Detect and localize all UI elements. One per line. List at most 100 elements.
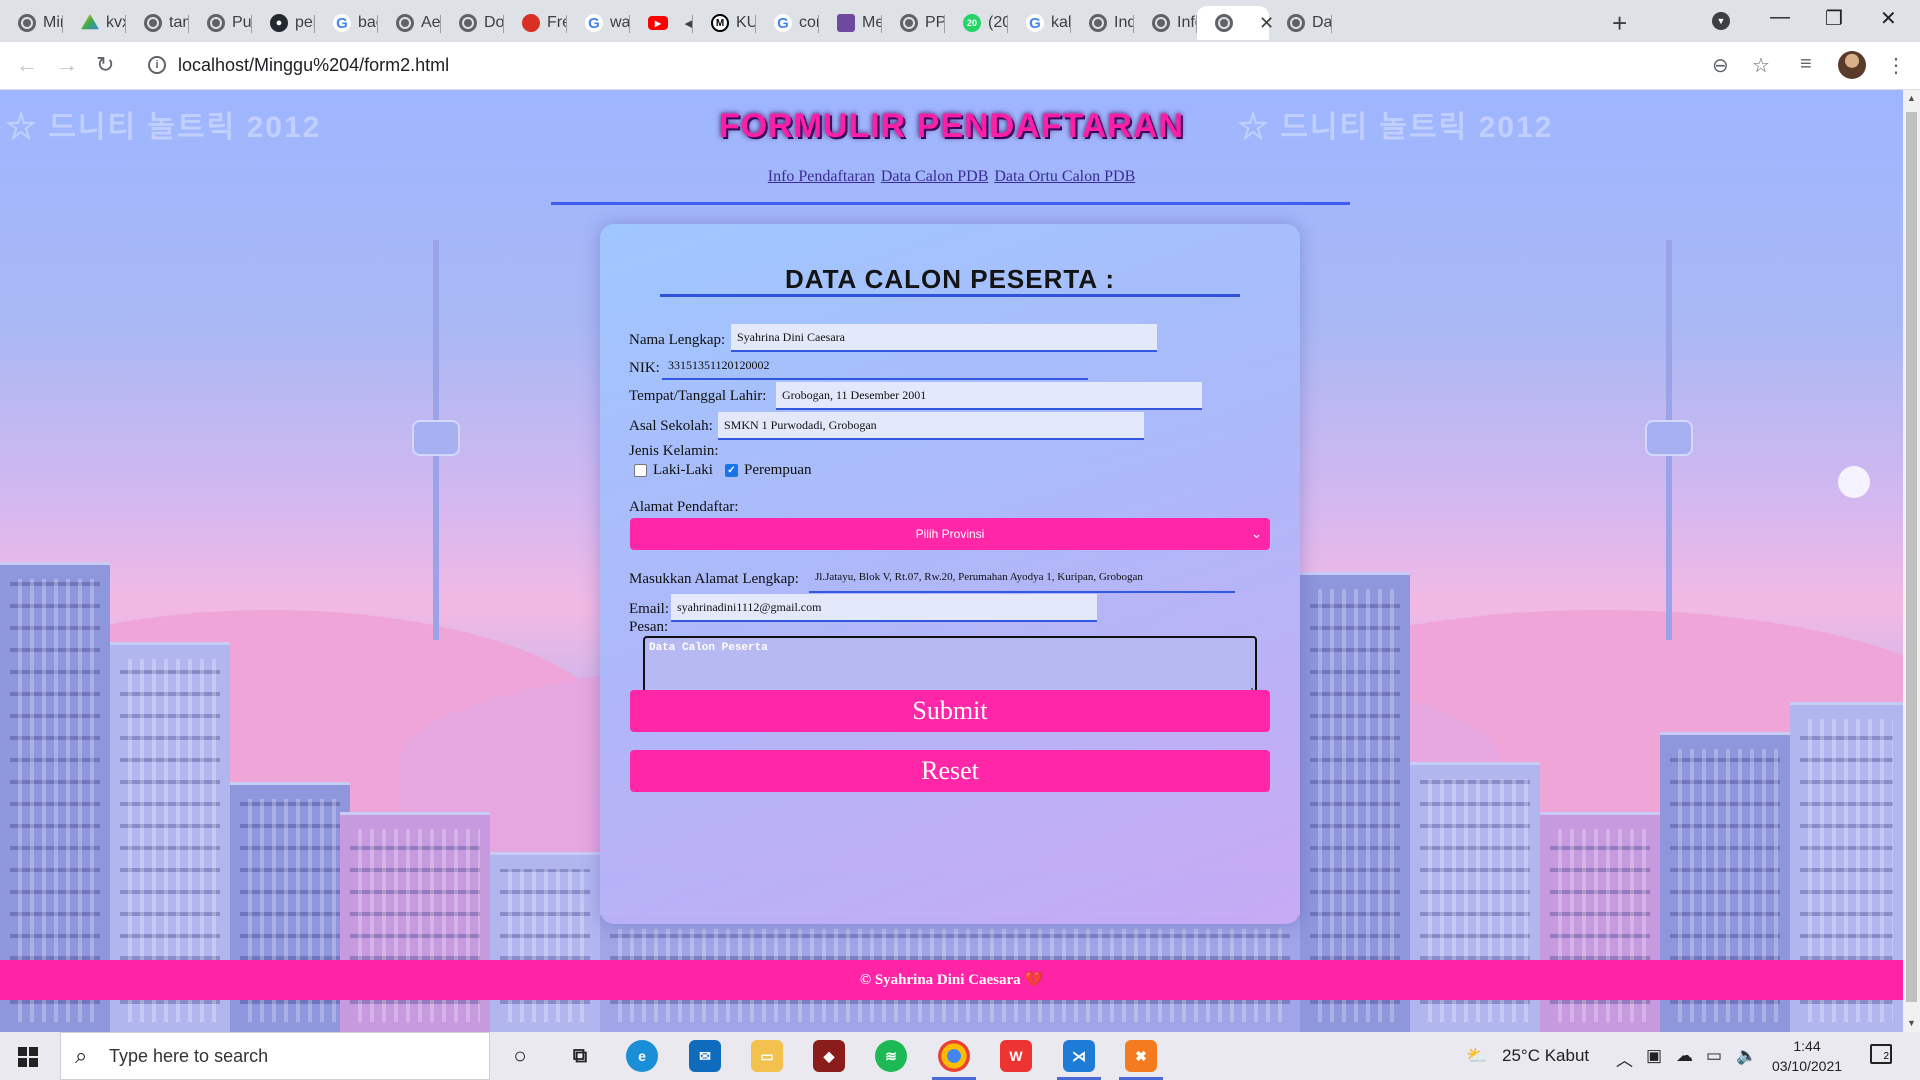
email-input[interactable]: syahrinadini1112@gmail.com xyxy=(671,594,1097,622)
google-icon: G xyxy=(774,14,792,32)
search-icon: ⌕ xyxy=(75,1043,88,1068)
ttl-label: Tempat/Tanggal Lahir: xyxy=(629,388,767,404)
github-icon: ● xyxy=(270,14,288,32)
forward-arrow-icon[interactable]: → xyxy=(56,52,78,78)
volume-icon[interactable]: 🔈 xyxy=(1736,1046,1757,1066)
close-window-icon[interactable]: ✕ xyxy=(1880,6,1897,31)
zoom-icon[interactable]: ⊖ xyxy=(1712,53,1729,78)
pesan-text: Data Calon Peserta xyxy=(649,642,768,654)
alamat-lengkap-input[interactable]: Jl.Jatayu, Blok V, Rt.07, Rw.20, Perumah… xyxy=(809,565,1235,593)
chevron-down-icon: ⌄ xyxy=(1251,526,1262,541)
vscode-icon[interactable]: ⋊ xyxy=(1057,1040,1101,1080)
sekolah-input[interactable]: SMKN 1 Purwodadi, Grobogan xyxy=(718,412,1144,440)
nik-input[interactable]: 33151351120120002 xyxy=(662,352,1088,380)
browser-tab[interactable]: Gwall xyxy=(567,6,630,40)
restore-icon[interactable]: ❐ xyxy=(1825,6,1843,31)
taskbar-clock[interactable]: 1:44 03/10/2021 xyxy=(1768,1036,1846,1076)
browser-tab-title: Inde xyxy=(1114,14,1134,31)
taskbar-search-box[interactable]: ⌕ Type here to search xyxy=(60,1032,490,1080)
browser-tab[interactable]: M KUI xyxy=(693,6,756,40)
browser-tab-title: kab xyxy=(1051,14,1071,31)
battery-icon[interactable]: ▭ xyxy=(1706,1046,1722,1066)
mail-icon[interactable]: ✉ xyxy=(689,1040,721,1072)
scroll-thumb[interactable] xyxy=(1906,112,1917,1002)
edge-icon[interactable]: e xyxy=(626,1040,658,1072)
ttl-input[interactable]: Grobogan, 11 Desember 2001 xyxy=(776,382,1202,410)
globe-icon xyxy=(1089,14,1107,32)
notification-center-icon[interactable]: 2 xyxy=(1870,1044,1892,1064)
browser-tab[interactable]: 20 (20) xyxy=(945,6,1008,40)
medium-icon: M xyxy=(711,14,729,32)
xampp-icon[interactable]: ✖ xyxy=(1119,1040,1163,1080)
weather-text[interactable]: 25°C Kabut xyxy=(1502,1046,1589,1066)
browser-tab[interactable]: Mer xyxy=(819,6,882,40)
browser-tab[interactable]: ● pen xyxy=(252,6,315,40)
browser-tab[interactable]: Gcon xyxy=(756,6,819,40)
browser-tab[interactable]: Free xyxy=(504,6,567,40)
browser-tab[interactable]: Min xyxy=(0,6,63,40)
perempuan-label: Perempuan xyxy=(744,462,812,478)
nama-input[interactable]: Syahrina Dini Caesara xyxy=(731,324,1157,352)
browser-tab[interactable]: ▶ ◀ xyxy=(630,6,693,40)
browser-tab[interactable]: Gbac xyxy=(315,6,378,40)
reading-list-icon[interactable]: ≡ xyxy=(1800,53,1812,76)
chrome-icon[interactable] xyxy=(932,1040,976,1080)
onedrive-icon[interactable]: ☁ xyxy=(1676,1046,1693,1066)
nama-label: Nama Lengkap: xyxy=(629,332,726,348)
sekolah-label: Asal Sekolah: xyxy=(629,418,713,434)
browser-tab[interactable]: Gkab xyxy=(1008,6,1071,40)
scroll-down-icon[interactable]: ▼ xyxy=(1907,1018,1916,1028)
new-tab-button[interactable]: + xyxy=(1612,8,1627,39)
reset-button[interactable]: Reset xyxy=(630,750,1270,792)
task-view-icon[interactable]: ⧉ xyxy=(564,1040,596,1072)
globe-icon xyxy=(459,14,477,32)
top-navigation: Info Pendaftaran Data Calon PDB Data Ort… xyxy=(0,168,1903,186)
browser-tab[interactable]: PPD xyxy=(882,6,945,40)
nav-link-data-ortu[interactable]: Data Ortu Calon PDB xyxy=(994,168,1135,185)
spotify-icon[interactable]: ≋ xyxy=(875,1040,907,1072)
browser-tab[interactable]: Dat xyxy=(1269,6,1332,40)
minimize-icon[interactable]: — xyxy=(1770,6,1790,29)
form-card: DATA CALON PESERTA : Nama Lengkap: Syahr… xyxy=(600,224,1300,924)
windows-start-icon[interactable] xyxy=(18,1047,38,1067)
file-explorer-icon[interactable]: ▭ xyxy=(751,1040,783,1072)
youtube-icon: ▶ xyxy=(648,16,668,30)
provinsi-select[interactable]: Pilih Provinsi ⌄ xyxy=(630,518,1270,550)
globe-icon xyxy=(1287,14,1305,32)
browser-tab[interactable]: ✕ xyxy=(1197,6,1274,40)
pesan-label: Pesan: xyxy=(629,619,669,635)
submit-button[interactable]: Submit xyxy=(630,690,1270,732)
browser-tab-title: pen xyxy=(295,14,315,31)
wps-office-icon[interactable]: W xyxy=(1000,1040,1032,1072)
meet-now-icon[interactable]: ▣ xyxy=(1646,1046,1662,1066)
browser-tab[interactable]: Inde xyxy=(1071,6,1134,40)
browser-tab[interactable]: Info xyxy=(1134,6,1197,40)
bookmark-star-icon[interactable]: ☆ xyxy=(1752,53,1770,78)
weather-icon[interactable]: ⛅ xyxy=(1466,1046,1487,1066)
tab-separator xyxy=(1331,15,1332,33)
nav-link-info-pendaftaran[interactable]: Info Pendaftaran xyxy=(768,168,875,185)
url-field[interactable]: localhost/Minggu%204/form2.html xyxy=(178,55,449,76)
page-scrollbar[interactable]: ▲ ▼ xyxy=(1903,90,1920,1032)
reload-icon[interactable]: ↻ xyxy=(96,52,114,78)
browser-tab[interactable]: Aes xyxy=(378,6,441,40)
nav-link-data-calon-pdb[interactable]: Data Calon PDB xyxy=(881,168,989,185)
browser-tab[interactable]: kvx xyxy=(63,6,126,40)
browser-tab[interactable]: Dov xyxy=(441,6,504,40)
drive-icon xyxy=(81,14,99,30)
browser-tab[interactable]: Pus xyxy=(189,6,252,40)
cortana-icon[interactable]: ○ xyxy=(504,1040,536,1072)
alamat-label: Alamat Pendaftar: xyxy=(629,499,739,515)
scroll-up-icon[interactable]: ▲ xyxy=(1907,93,1916,103)
checkbox-perempuan[interactable]: ✓ xyxy=(725,464,738,477)
back-arrow-icon[interactable]: ← xyxy=(16,52,38,78)
menu-kebab-icon[interactable]: ⋮ xyxy=(1886,53,1906,78)
profile-avatar[interactable] xyxy=(1838,51,1866,79)
game-app-icon[interactable]: ◆ xyxy=(813,1040,845,1072)
browser-tab[interactable]: tam xyxy=(126,6,189,40)
site-info-icon[interactable]: i xyxy=(148,56,166,74)
checkbox-laki-laki[interactable] xyxy=(634,464,647,477)
tray-chevron-up-icon[interactable]: ︿ xyxy=(1616,1046,1633,1071)
globe-icon xyxy=(144,14,162,32)
tab-search-icon[interactable]: ▼ xyxy=(1712,12,1730,30)
